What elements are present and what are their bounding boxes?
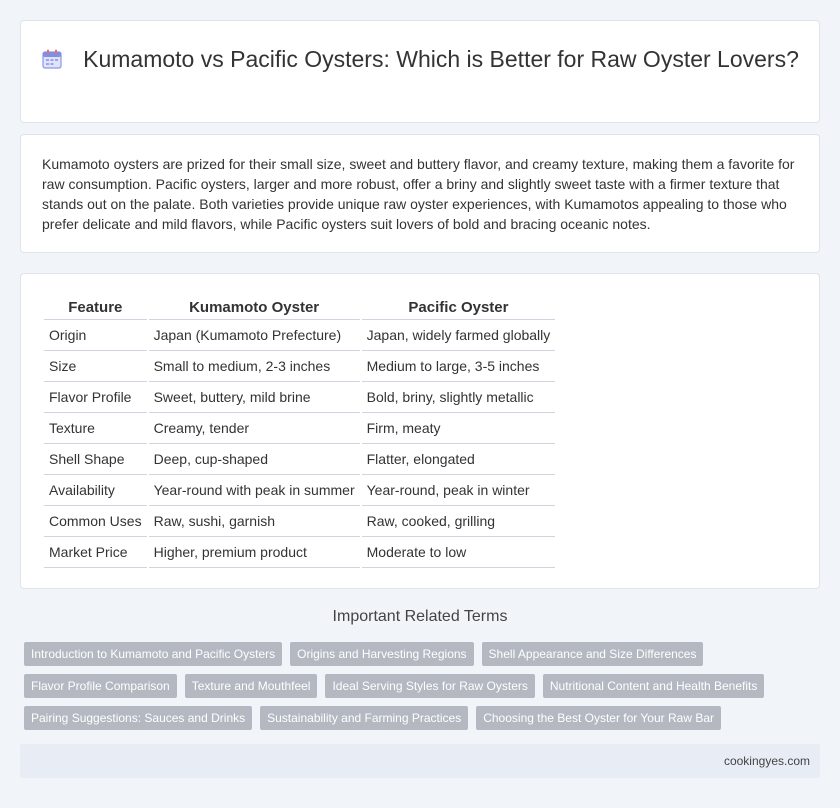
table-cell: Year-round, peak in winter xyxy=(361,475,556,506)
table-cell: Creamy, tender xyxy=(148,413,360,444)
tag-row: Flavor Profile Comparison Texture and Mou… xyxy=(24,674,804,698)
table-cell: Japan, widely farmed globally xyxy=(361,320,556,351)
related-term-tag[interactable]: Ideal Serving Styles for Raw Oysters xyxy=(325,674,535,698)
related-term-tag[interactable]: Origins and Harvesting Regions xyxy=(290,642,474,666)
related-term-tag[interactable]: Shell Appearance and Size Differences xyxy=(481,642,704,666)
related-term-tag[interactable]: Pairing Suggestions: Sauces and Drinks xyxy=(24,706,253,730)
table-row: Availability Year-round with peak in summ… xyxy=(44,475,556,506)
table-cell: Raw, cooked, grilling xyxy=(361,506,556,537)
table-cell: Firm, meaty xyxy=(361,413,556,444)
footer: cookingyes.com xyxy=(20,744,820,778)
table-cell: Shell Shape xyxy=(44,444,147,475)
table-cell: Size xyxy=(44,351,147,382)
page-title: Kumamoto vs Pacific Oysters: Which is Be… xyxy=(83,46,799,72)
intro-paragraph: Kumamoto oysters are prized for their sm… xyxy=(42,156,795,232)
table-row: Shell Shape Deep, cup-shaped Flatter, elon… xyxy=(44,444,556,475)
table-row: Size Small to medium, 2-3 inches Medium to… xyxy=(44,351,556,382)
site-name[interactable]: cookingyes.com xyxy=(724,754,810,768)
table-cell: Small to medium, 2-3 inches xyxy=(148,351,360,382)
table-cell: Sweet, buttery, mild brine xyxy=(148,382,360,413)
table-cell: Raw, sushi, garnish xyxy=(148,506,360,537)
table-cell: Market Price xyxy=(44,537,147,568)
table-cell: Deep, cup-shaped xyxy=(148,444,360,475)
table-cell: Origin xyxy=(44,320,147,351)
related-term-tag[interactable]: Introduction to Kumamoto and Pacific Oys… xyxy=(24,642,283,666)
table-cell: Higher, premium product xyxy=(148,537,360,568)
calendar-icon xyxy=(42,49,62,69)
table-cell: Availability xyxy=(44,475,147,506)
table-row: Origin Japan (Kumamoto Prefecture) Japan, … xyxy=(44,320,556,351)
header-kumamoto: Kumamoto Oyster xyxy=(148,293,360,320)
table-row: Flavor Profile Sweet, buttery, mild brine… xyxy=(44,382,556,413)
comparison-card: Feature Kumamoto Oyster Pacific Oyster O… xyxy=(20,273,820,589)
related-terms-list: Introduction to Kumamoto and Pacific Oys… xyxy=(24,642,804,738)
table-cell: Flavor Profile xyxy=(44,382,147,413)
header-feature: Feature xyxy=(44,293,147,320)
table-cell: Bold, briny, slightly metallic xyxy=(361,382,556,413)
related-term-tag[interactable]: Choosing the Best Oyster for Your Raw Ba… xyxy=(476,706,722,730)
table-cell: Year-round with peak in summer xyxy=(148,475,360,506)
intro-card: Kumamoto oysters are prized for their sm… xyxy=(20,134,820,253)
table-row: Market Price Higher, premium product Moder… xyxy=(44,537,556,568)
related-term-tag[interactable]: Sustainability and Farming Practices xyxy=(260,706,469,730)
related-term-tag[interactable]: Flavor Profile Comparison xyxy=(24,674,177,698)
table-cell: Japan (Kumamoto Prefecture) xyxy=(148,320,360,351)
table-row: Common Uses Raw, sushi, garnish Raw, cooke… xyxy=(44,506,556,537)
tag-row: Pairing Suggestions: Sauces and Drinks Su… xyxy=(24,706,804,730)
related-terms-title: Important Related Terms xyxy=(332,608,508,625)
comparison-table: Feature Kumamoto Oyster Pacific Oyster O… xyxy=(42,293,557,568)
table-header-row: Feature Kumamoto Oyster Pacific Oyster xyxy=(44,293,556,320)
table-cell: Moderate to low xyxy=(361,537,556,568)
page-title-row: Kumamoto vs Pacific Oysters: Which is Be… xyxy=(21,45,819,74)
header-pacific: Pacific Oyster xyxy=(361,293,556,320)
related-term-tag[interactable]: Nutritional Content and Health Benefits xyxy=(542,674,765,698)
table-cell: Flatter, elongated xyxy=(361,444,556,475)
table-row: Texture Creamy, tender Firm, meaty xyxy=(44,413,556,444)
title-card: Kumamoto vs Pacific Oysters: Which is Be… xyxy=(20,20,820,123)
table-cell: Texture xyxy=(44,413,147,444)
table-cell: Medium to large, 3-5 inches xyxy=(361,351,556,382)
tag-row: Introduction to Kumamoto and Pacific Oys… xyxy=(24,642,804,666)
related-term-tag[interactable]: Texture and Mouthfeel xyxy=(184,674,318,698)
table-cell: Common Uses xyxy=(44,506,147,537)
